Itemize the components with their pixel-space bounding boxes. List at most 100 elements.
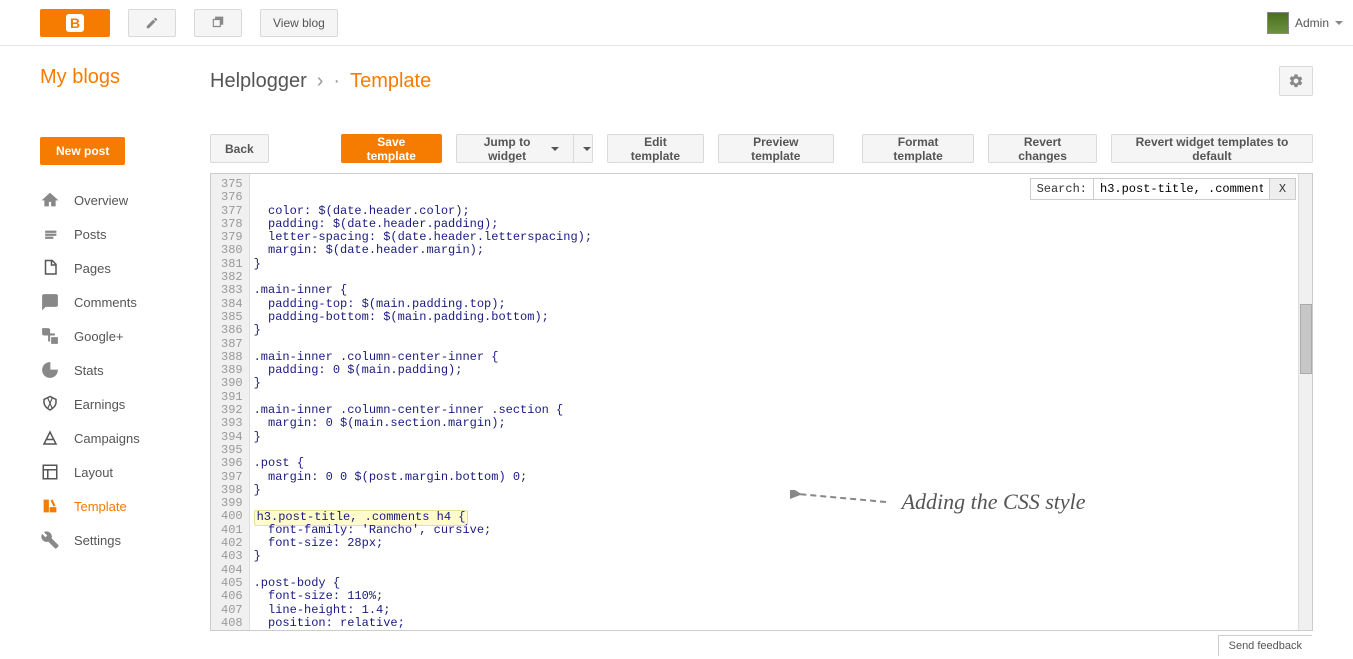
view-blog-button[interactable]: View blog	[260, 9, 338, 37]
posts-list-button[interactable]	[194, 9, 242, 37]
sidebar-item-earnings[interactable]: Earnings	[40, 387, 210, 421]
code-line[interactable]: .main-inner .column-center-inner {	[254, 351, 1298, 364]
code-line[interactable]: .post {	[254, 457, 1298, 470]
code-line[interactable]	[254, 444, 1298, 457]
code-line[interactable]	[254, 497, 1298, 510]
nav-icon	[40, 496, 60, 516]
blog-title[interactable]: Helplogger	[210, 70, 307, 93]
code-line[interactable]: }	[254, 550, 1298, 563]
sidebar-item-layout[interactable]: Layout	[40, 455, 210, 489]
scrollbar[interactable]	[1298, 174, 1312, 630]
search-label: Search:	[1031, 182, 1093, 196]
code-line[interactable]: font-size: 110%;	[254, 590, 1298, 603]
code-line[interactable]: line-height: 1.4;	[254, 604, 1298, 617]
admin-menu[interactable]: Admin	[1267, 12, 1343, 34]
blogger-logo-button[interactable]: B	[40, 9, 110, 37]
code-editor: Search: X 375376377378379380381382383384…	[210, 173, 1313, 631]
nav-icon	[40, 258, 60, 278]
code-line[interactable]: }	[254, 377, 1298, 390]
code-line[interactable]: h3.post-title, .comments h4 {	[254, 510, 1298, 523]
code-line[interactable]: letter-spacing: $(date.header.letterspac…	[254, 231, 1298, 244]
search-box: Search: X	[1030, 178, 1296, 200]
code-line[interactable]: }	[254, 484, 1298, 497]
jump-to-widget-button[interactable]: Jump to widget	[456, 134, 575, 163]
preview-template-button[interactable]: Preview template	[718, 134, 834, 163]
jump-to-widget-group: Jump to widget	[456, 134, 593, 163]
nav-icon	[40, 394, 60, 414]
nav-label: Google+	[74, 329, 124, 344]
pencil-icon	[145, 16, 159, 30]
code-line[interactable]: padding-top: $(main.padding.top);	[254, 298, 1298, 311]
code-line[interactable]: margin: $(date.header.margin);	[254, 244, 1298, 257]
search-input[interactable]	[1093, 179, 1269, 199]
nav-label: Settings	[74, 533, 121, 548]
code-line[interactable]: padding-bottom: $(main.padding.bottom);	[254, 311, 1298, 324]
my-blogs-link[interactable]: My blogs	[40, 66, 210, 89]
nav-label: Overview	[74, 193, 128, 208]
jump-to-widget-split[interactable]	[574, 134, 593, 163]
sidebar-item-posts[interactable]: Posts	[40, 217, 210, 251]
code-line[interactable]	[254, 391, 1298, 404]
code-line[interactable]: }	[254, 324, 1298, 337]
code-line[interactable]: font-size: 28px;	[254, 537, 1298, 550]
line-gutter: 3753763773783793803813823833843853863873…	[211, 174, 250, 630]
sidebar-item-pages[interactable]: Pages	[40, 251, 210, 285]
nav-label: Earnings	[74, 397, 125, 412]
format-template-button[interactable]: Format template	[862, 134, 974, 163]
chevron-down-icon	[583, 147, 591, 151]
revert-widget-templates-button[interactable]: Revert widget templates to default	[1111, 134, 1313, 163]
edit-template-button[interactable]: Edit template	[607, 134, 703, 163]
sidebar: My blogs New post Overview PostsPagesComm…	[0, 46, 210, 631]
sidebar-item-overview[interactable]: Overview	[40, 183, 210, 217]
breadcrumb-separator-icon: ›	[317, 70, 324, 93]
breadcrumb-dot: ·	[333, 70, 340, 93]
new-post-button[interactable]: New post	[40, 137, 125, 165]
code-line[interactable]: .main-inner .column-center-inner .sectio…	[254, 404, 1298, 417]
code-line[interactable]	[254, 564, 1298, 577]
chevron-down-icon	[551, 147, 559, 151]
posts-stack-icon	[211, 16, 225, 30]
code-content[interactable]: color: $(date.header.color); padding: $(…	[250, 174, 1298, 630]
code-line[interactable]: margin: 0 0 $(post.margin.bottom) 0;	[254, 471, 1298, 484]
code-line[interactable]	[254, 338, 1298, 351]
nav-icon	[40, 292, 60, 312]
code-line[interactable]: padding: $(date.header.padding);	[254, 218, 1298, 231]
nav-icon	[40, 224, 60, 244]
sidebar-item-google[interactable]: Google+	[40, 319, 210, 353]
nav-icon	[40, 190, 60, 210]
code-line[interactable]: .main-inner {	[254, 284, 1298, 297]
code-line[interactable]: }	[254, 258, 1298, 271]
toolbar: Back Save template Jump to widget Edit t…	[210, 134, 1313, 163]
nav-label: Layout	[74, 465, 113, 480]
code-line[interactable]: position: relative;	[254, 617, 1298, 630]
scroll-thumb[interactable]	[1300, 304, 1312, 374]
code-line[interactable]: padding: 0 $(main.padding);	[254, 364, 1298, 377]
breadcrumb-section: Template	[350, 70, 431, 93]
search-close-button[interactable]: X	[1269, 179, 1295, 199]
code-line[interactable]: }	[254, 431, 1298, 444]
nav-label: Campaigns	[74, 431, 140, 446]
code-line[interactable]	[254, 271, 1298, 284]
revert-changes-button[interactable]: Revert changes	[988, 134, 1097, 163]
save-template-button[interactable]: Save template	[341, 134, 442, 163]
nav-icon	[40, 530, 60, 550]
breadcrumb: Helplogger › · Template	[210, 66, 1313, 96]
sidebar-item-comments[interactable]: Comments	[40, 285, 210, 319]
settings-gear-button[interactable]	[1279, 66, 1313, 96]
code-line[interactable]: color: $(date.header.color);	[254, 205, 1298, 218]
send-feedback-link[interactable]: Send feedback	[1218, 635, 1312, 656]
sidebar-item-settings[interactable]: Settings	[40, 523, 210, 557]
code-line[interactable]: margin: 0 $(main.section.margin);	[254, 417, 1298, 430]
sidebar-item-template[interactable]: Template	[40, 489, 210, 523]
sidebar-item-stats[interactable]: Stats	[40, 353, 210, 387]
sidebar-item-campaigns[interactable]: Campaigns	[40, 421, 210, 455]
code-line[interactable]: .post-body {	[254, 577, 1298, 590]
nav-label: Template	[74, 499, 127, 514]
chevron-down-icon	[1335, 21, 1343, 25]
back-button[interactable]: Back	[210, 134, 269, 163]
blogger-logo-icon: B	[66, 14, 84, 32]
top-bar: B View blog Admin	[0, 0, 1353, 46]
code-line[interactable]: font-family: 'Rancho', cursive;	[254, 524, 1298, 537]
gear-icon	[1288, 73, 1304, 89]
compose-button[interactable]	[128, 9, 176, 37]
